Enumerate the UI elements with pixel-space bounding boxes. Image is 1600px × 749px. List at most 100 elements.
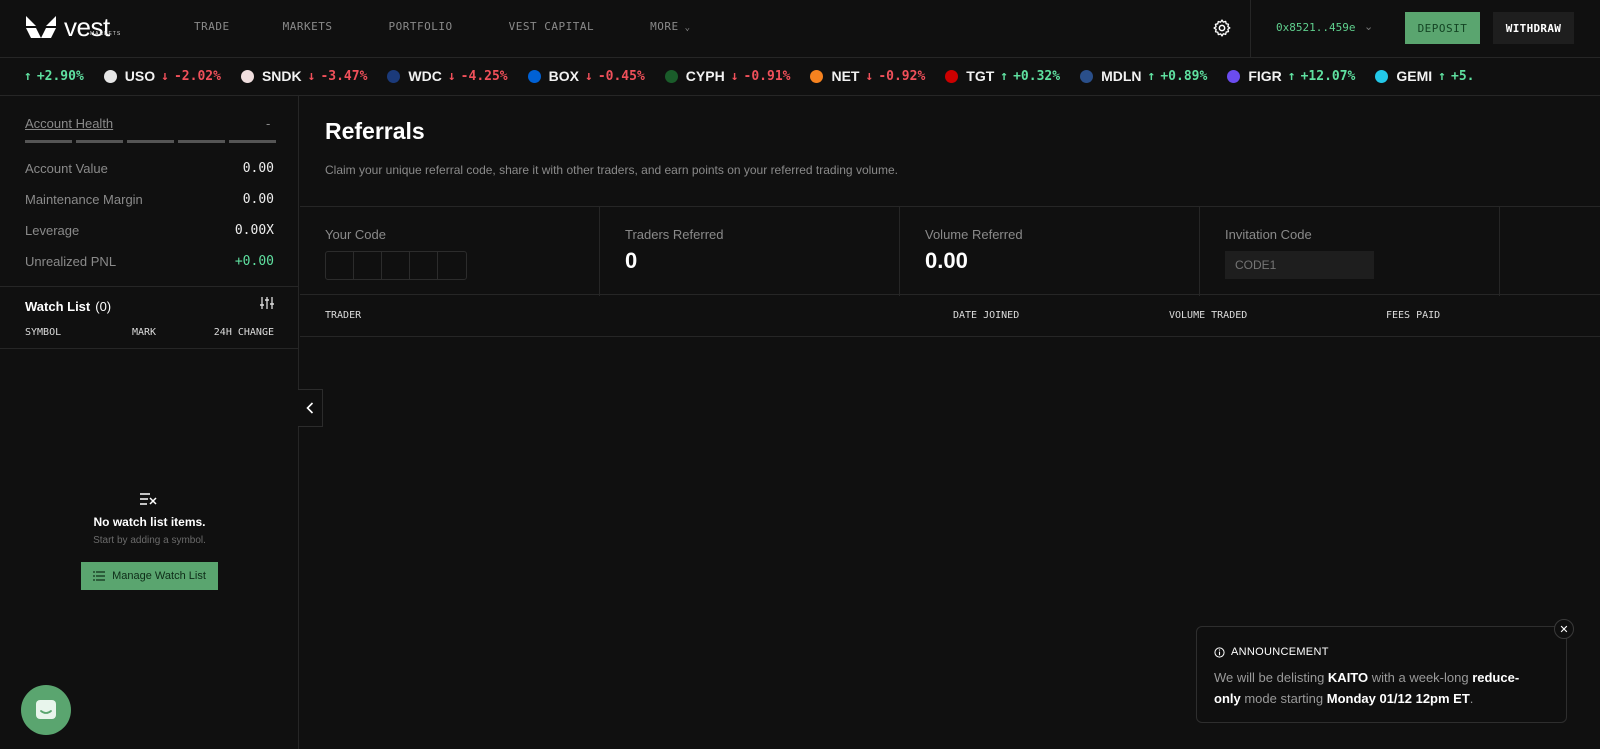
vest-logo-icon (26, 16, 56, 38)
stat-invitation-code: Invitation Code (1200, 207, 1500, 296)
ticker-change: -0.45% (597, 68, 645, 84)
ticker-item[interactable]: WDC ↓ -4.25% (387, 68, 508, 84)
collapse-sidebar-button[interactable] (298, 389, 323, 427)
manage-watchlist-button[interactable]: Manage Watch List (81, 562, 218, 590)
ticker-logo-icon (810, 69, 824, 83)
metric-leverage: Leverage 0.00X (25, 223, 274, 238)
col-fees-paid[interactable]: FEES PAID (1386, 310, 1440, 321)
deposit-button[interactable]: DEPOSIT (1405, 12, 1480, 44)
col-mark[interactable]: MARK (132, 327, 156, 338)
ticker-change: +2.90% (36, 68, 84, 84)
metric-label: Leverage (25, 223, 80, 238)
left-sidebar: Account Health - Account Value 0.00 Main… (0, 96, 299, 749)
health-segment (25, 140, 72, 143)
stat-your-code: Your Code (300, 207, 600, 296)
ticker-item[interactable]: BOX ↓ -0.45% (527, 68, 645, 84)
metric-label: Unrealized PNL (25, 254, 117, 269)
ticker-change: -2.02% (173, 68, 221, 84)
health-segment (229, 140, 276, 143)
chevron-left-icon (306, 402, 314, 414)
ticker-item[interactable]: FIGR ↑ +12.07% (1227, 68, 1355, 84)
chat-support-button[interactable] (21, 685, 71, 735)
code-box[interactable] (438, 252, 466, 279)
code-box[interactable] (354, 252, 382, 279)
gear-icon[interactable] (1212, 18, 1232, 38)
metric-label: Account Value (25, 161, 108, 176)
watchlist-title: Watch List (0) (25, 299, 111, 314)
ticker-change: +5. (1451, 68, 1475, 84)
code-box[interactable] (382, 252, 410, 279)
ticker-logo-icon (1227, 69, 1241, 83)
watchlist-count: (0) (95, 299, 112, 314)
ticker-item[interactable]: TGT ↑ +0.32% (945, 68, 1060, 84)
stat-volume-referred: Volume Referred 0.00 (900, 207, 1200, 296)
health-segment (178, 140, 225, 143)
close-icon[interactable]: ✕ (1554, 619, 1574, 639)
ticker-symbol: CYPH (685, 68, 725, 84)
ticker-symbol: BOX (548, 68, 579, 84)
nav-more[interactable]: MORE ⌄ (650, 20, 690, 33)
col-symbol[interactable]: SYMBOL (25, 327, 61, 338)
nav-portfolio[interactable]: PORTFOLIO (388, 20, 452, 33)
ticker-item[interactable]: GEMI ↑ +5. (1375, 68, 1474, 84)
col-trader[interactable]: TRADER (325, 310, 361, 321)
ticker-change: -0.92% (878, 68, 926, 84)
sliders-icon[interactable] (260, 296, 274, 310)
main-nav: TRADE MARKETS PORTFOLIO VEST CAPITAL MOR… (194, 20, 691, 33)
ticker-item[interactable]: CYPH ↓ -0.91% (664, 68, 790, 84)
ticker-change: +0.89% (1160, 68, 1208, 84)
ticker-item[interactable]: SNDK ↓ -3.47% (240, 68, 367, 84)
page-description: Claim your unique referral code, share i… (325, 163, 898, 177)
ticker-item[interactable]: NET ↓ -0.92% (810, 68, 925, 84)
invitation-code-input[interactable] (1225, 251, 1374, 279)
ticker-item[interactable]: MDLN ↑ +0.89% (1080, 68, 1207, 84)
nav-markets[interactable]: MARKETS (283, 20, 333, 33)
chat-icon (36, 700, 56, 719)
referral-code-input[interactable] (325, 251, 467, 280)
metric-value: 0.00X (234, 223, 274, 238)
ticker-symbol: GEMI (1396, 68, 1433, 84)
announcement-text-part: . (1469, 691, 1474, 706)
announcement-heading: ANNOUNCEMENT (1231, 646, 1329, 658)
arrow-up-icon: ↑ (1147, 68, 1156, 84)
info-icon (1214, 646, 1225, 658)
code-box[interactable] (410, 252, 438, 279)
list-icon (93, 571, 106, 581)
stat-label: Traders Referred (625, 227, 724, 242)
ticker-logo-icon (103, 69, 117, 83)
referrals-table-header: TRADER DATE JOINED VOLUME TRADED FEES PA… (300, 295, 1600, 337)
ticker-item[interactable]: ↑ +2.90% (24, 69, 84, 84)
col-date-joined[interactable]: DATE JOINED (953, 310, 1019, 321)
logo-subtitle: MARKETS (90, 31, 122, 37)
ticker-item[interactable]: USO ↓ -2.02% (103, 68, 221, 84)
nav-trade[interactable]: TRADE (194, 20, 230, 33)
arrow-up-icon: ↑ (1287, 68, 1296, 84)
col-24h-change[interactable]: 24H CHANGE (214, 327, 274, 338)
nav-divider (1250, 0, 1251, 58)
announcement-date: Monday 01/12 12pm ET (1326, 691, 1470, 706)
wallet-address[interactable]: 0x8521..459e (1276, 21, 1355, 34)
wallet-chevron-icon[interactable]: ⌄ (1364, 20, 1373, 33)
health-segment (127, 140, 174, 143)
ticker-symbol: TGT (966, 68, 995, 84)
metric-value: +0.00 (234, 254, 274, 269)
metric-unrealized-pnl: Unrealized PNL +0.00 (25, 254, 274, 269)
announcement-text: We will be delisting KAITO with a week-l… (1214, 667, 1544, 709)
arrow-up-icon: ↑ (1000, 68, 1009, 84)
ticker-change: -4.25% (460, 68, 508, 84)
code-box[interactable] (326, 252, 354, 279)
arrow-down-icon: ↓ (161, 68, 169, 84)
withdraw-button[interactable]: WITHDRAW (1493, 12, 1574, 44)
ticker-symbol: FIGR (1248, 68, 1282, 84)
ticker-logo-icon (527, 69, 541, 83)
col-volume-traded[interactable]: VOLUME TRADED (1169, 310, 1247, 321)
list-remove-icon (140, 493, 157, 505)
stat-label: Volume Referred (925, 227, 1023, 242)
empty-state-title: No watch list items. (93, 515, 206, 529)
arrow-down-icon: ↓ (865, 68, 874, 84)
ticker-track: ↑ +2.90% USO ↓ -2.02% SNDK ↓ -3.47% WDC ↓ -4.25% BO… (24, 68, 1494, 84)
ticker-symbol: SNDK (261, 68, 302, 84)
account-health-link[interactable]: Account Health (25, 116, 113, 131)
nav-vest-capital[interactable]: VEST CAPITAL (509, 20, 594, 33)
arrow-up-icon: ↑ (1438, 68, 1446, 84)
